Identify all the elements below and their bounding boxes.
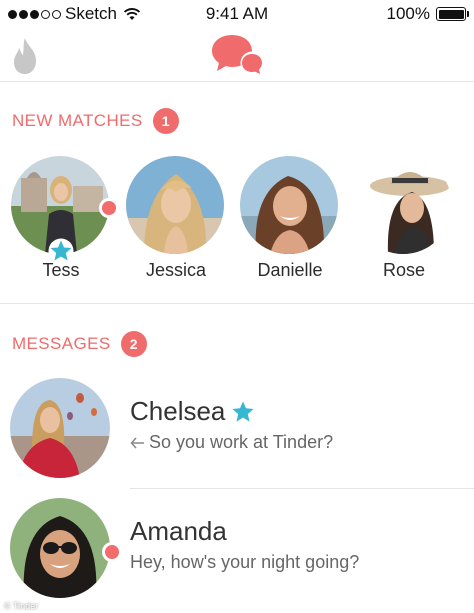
message-sender-name: Chelsea bbox=[130, 396, 226, 426]
avatar bbox=[10, 378, 110, 478]
match-tess[interactable]: Tess bbox=[11, 156, 119, 281]
battery-icon bbox=[436, 7, 469, 21]
new-matches-title: NEW MATCHES bbox=[12, 111, 143, 130]
message-row-chelsea[interactable]: Chelsea So you work at Tinder? bbox=[0, 378, 474, 489]
status-right: 100% bbox=[386, 4, 469, 24]
reply-arrow-icon bbox=[130, 436, 144, 449]
messages-header: MESSAGES 2 bbox=[12, 331, 147, 357]
message-sender-name: Amanda bbox=[130, 516, 227, 546]
match-name: Danielle bbox=[257, 260, 323, 280]
message-preview-text: So you work at Tinder? bbox=[149, 432, 334, 452]
new-matches-count-badge: 1 bbox=[152, 108, 179, 134]
nav-bar bbox=[0, 28, 474, 82]
message-sender: Amanda bbox=[130, 516, 227, 547]
match-name: Rose bbox=[382, 260, 426, 280]
super-like-star-icon bbox=[232, 400, 255, 422]
watermark: © Tinder bbox=[4, 601, 39, 611]
chat-bubbles-icon[interactable] bbox=[210, 33, 266, 75]
unread-indicator bbox=[99, 198, 119, 218]
message-preview-text: Hey, how's your night going? bbox=[130, 552, 360, 572]
battery-percent: 100% bbox=[386, 4, 430, 23]
flame-icon[interactable] bbox=[10, 36, 40, 76]
avatar bbox=[10, 498, 110, 598]
unread-indicator bbox=[102, 542, 122, 562]
row-divider bbox=[130, 488, 474, 489]
new-matches-header: NEW MATCHES 1 bbox=[12, 108, 179, 134]
messages-count-badge: 2 bbox=[120, 331, 147, 357]
match-jessica[interactable]: Jessica bbox=[126, 156, 226, 281]
avatar bbox=[126, 156, 224, 254]
match-rose[interactable]: Rose bbox=[354, 156, 454, 281]
super-like-star-icon bbox=[48, 238, 74, 264]
new-matches-list: Tess Jessica Danielle Rose bbox=[0, 156, 474, 286]
match-name: Jessica bbox=[145, 260, 207, 280]
status-bar: Sketch 9:41 AM 100% bbox=[0, 0, 474, 28]
match-danielle[interactable]: Danielle bbox=[240, 156, 340, 281]
message-row-amanda[interactable]: Amanda Hey, how's your night going? bbox=[0, 498, 474, 608]
messages-title: MESSAGES bbox=[12, 334, 111, 353]
section-divider bbox=[0, 303, 474, 304]
message-sender: Chelsea bbox=[130, 396, 255, 427]
message-preview: Hey, how's your night going? bbox=[130, 552, 359, 573]
avatar bbox=[240, 156, 338, 254]
avatar bbox=[354, 156, 452, 254]
message-preview: So you work at Tinder? bbox=[130, 432, 333, 453]
